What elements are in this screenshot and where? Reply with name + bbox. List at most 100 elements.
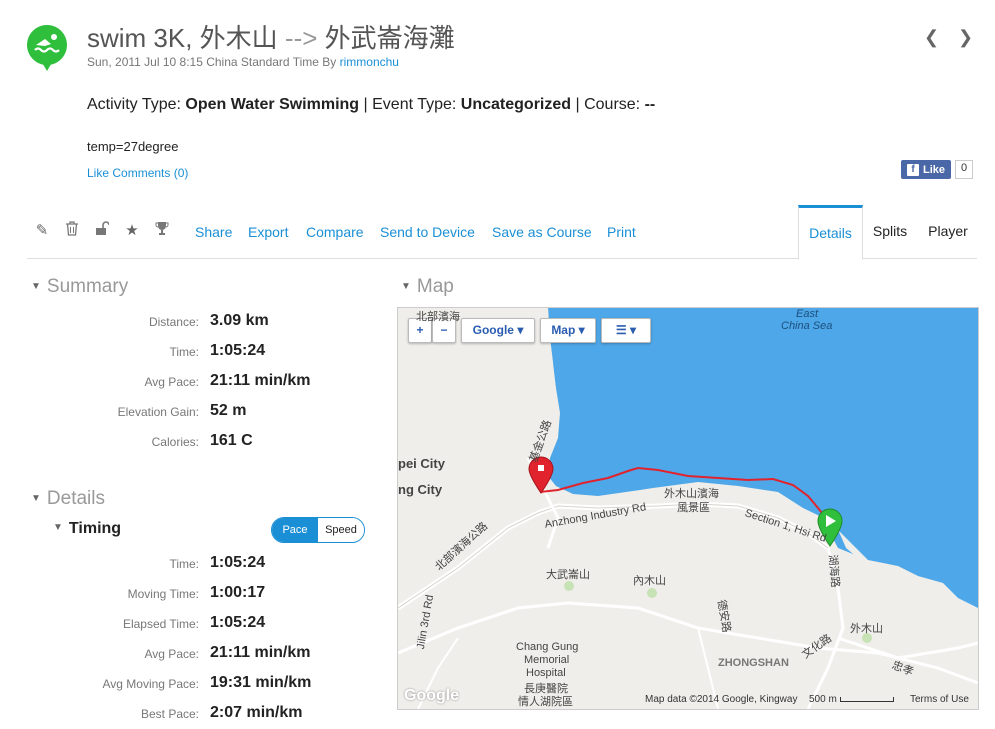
map-type-label: Map (551, 323, 576, 337)
pencil-icon[interactable]: ✎ (32, 221, 52, 241)
trash-icon[interactable] (62, 221, 82, 241)
summary-row-time: Time: 1:05:24 (27, 337, 367, 367)
map-label-huhai-rd: 湖海路 (826, 554, 841, 589)
like-link[interactable]: Like (87, 166, 109, 180)
map-type-dropdown[interactable]: Map ▾ (540, 318, 596, 343)
stat-value: 1:05:24 (210, 554, 266, 571)
pace-toggle-option[interactable]: Pace (272, 518, 318, 542)
details-header[interactable]: ▼ Details (31, 488, 105, 510)
google-logo: Google (404, 687, 460, 704)
timing-row-avg-moving-pace: Avg Moving Pace: 19:31 min/km (27, 669, 367, 699)
map-label-sea-1: East (796, 308, 819, 320)
facebook-like-button[interactable]: f Like (901, 160, 952, 179)
star-icon[interactable]: ★ (122, 221, 142, 241)
stat-value: 2:07 min/km (210, 704, 303, 721)
collapse-triangle-icon: ▼ (53, 522, 63, 533)
like-comments-links: Like Comments (0) (87, 166, 188, 180)
stat-value: 1:00:17 (210, 584, 266, 601)
compare-link[interactable]: Compare (306, 224, 364, 240)
stat-value: 3.09 km (210, 312, 269, 329)
chevron-down-icon: ▾ (517, 323, 524, 337)
stat-label: Elevation Gain: (117, 405, 199, 419)
chevron-down-icon: ▾ (578, 323, 585, 337)
course-value[interactable]: -- (645, 96, 656, 113)
map-scale-label: 500 m (809, 694, 837, 705)
stat-label: Distance: (148, 315, 199, 329)
activity-toolbar: ✎ ★ Share Export Compare Send to Device … (27, 205, 977, 260)
map-label-city-2: ng City (398, 482, 443, 497)
map-terms-link[interactable]: Terms of Use (910, 694, 969, 705)
summary-header[interactable]: ▼ Summary (31, 276, 128, 298)
send-to-device-link[interactable]: Send to Device (380, 224, 475, 240)
summary-row-elevation-gain: Elevation Gain: 52 m (27, 397, 367, 427)
activity-type-value[interactable]: Open Water Swimming (185, 96, 359, 113)
timing-row-elapsed-time: Elapsed Time: 1:05:24 (27, 609, 367, 639)
export-link[interactable]: Export (248, 224, 288, 240)
stat-label: Avg Pace: (144, 647, 199, 661)
details-heading: Details (46, 488, 105, 509)
pace-speed-toggle[interactable]: Pace Speed (271, 517, 365, 543)
unlock-icon[interactable] (92, 221, 112, 241)
timing-row-avg-pace: Avg Pace: 21:11 min/km (27, 639, 367, 669)
map-label-north-coast-hwy-2: 北部濱海 (416, 311, 460, 323)
event-type-value[interactable]: Uncategorized (461, 96, 571, 113)
chevron-left-icon[interactable]: ❮ (924, 27, 939, 48)
layers-button[interactable]: ☰ ▾ (601, 318, 651, 343)
save-as-course-link[interactable]: Save as Course (492, 224, 592, 240)
map-provider-dropdown[interactable]: Google ▾ (461, 318, 535, 343)
activity-type-line: Activity Type: Open Water Swimming | Eve… (87, 96, 655, 114)
share-link[interactable]: Share (195, 224, 232, 240)
author-link[interactable]: rimmonchu (340, 55, 399, 69)
stat-value: 52 m (210, 402, 247, 419)
trophy-icon[interactable] (152, 221, 172, 241)
chevron-right-icon[interactable]: ❯ (958, 27, 973, 48)
facebook-like-count: 0 (955, 160, 974, 179)
map-provider-label: Google (472, 323, 514, 337)
speed-toggle-option[interactable]: Speed (318, 518, 364, 542)
map-label-hospital-3: Hospital (526, 667, 566, 679)
map-header[interactable]: ▼ Map (401, 276, 454, 298)
date-text: Sun, 2011 Jul 10 8:15 China Standard Tim… (87, 55, 337, 69)
activity-type-label: Activity Type: (87, 96, 181, 113)
timing-heading: Timing (68, 520, 122, 537)
event-type-label: | Event Type: (363, 96, 457, 113)
timing-header[interactable]: ▼ Timing (53, 520, 121, 538)
tab-details[interactable]: Details (798, 205, 863, 260)
map-label-dawulun: 大武崙山 (546, 569, 590, 581)
stat-label: Avg Pace: (144, 375, 199, 389)
activity-date: Sun, 2011 Jul 10 8:15 China Standard Tim… (87, 55, 399, 69)
activity-description[interactable]: temp=27degree (87, 139, 178, 154)
stat-label: Best Pace: (140, 707, 199, 721)
map-label-neimushan: 內木山 (633, 575, 666, 587)
map-label-hospital-5: 情人湖院區 (518, 696, 573, 708)
stat-label: Time: (169, 345, 199, 359)
stat-label: Time: (169, 557, 199, 571)
stat-value: 21:11 min/km (210, 644, 311, 661)
stat-value: 21:11 min/km (210, 372, 311, 389)
tab-splits[interactable]: Splits (863, 205, 917, 258)
summary-row-distance: Distance: 3.09 km (27, 307, 367, 337)
route-map[interactable]: + − Google ▾ Map ▾ ☰ ▾ East China Sea pe… (397, 307, 979, 710)
activity-title[interactable]: swim 3K, 外木山 --> 外武崙海灘 (87, 18, 455, 55)
stat-value: 1:05:24 (210, 342, 266, 359)
summary-row-calories: Calories: 161 C (27, 427, 367, 457)
stat-label: Elapsed Time: (122, 617, 199, 631)
stat-label: Calories: (151, 435, 199, 449)
facebook-like-label: Like (923, 163, 946, 176)
timing-row-time: Time: 1:05:24 (27, 549, 367, 579)
map-label-hospital-2: Memorial (524, 654, 570, 666)
print-link[interactable]: Print (607, 224, 636, 240)
collapse-triangle-icon: ▼ (31, 281, 41, 292)
stat-value: 1:05:24 (210, 614, 266, 631)
comments-link[interactable]: Comments (0) (112, 166, 188, 180)
tab-player[interactable]: Player (919, 205, 977, 258)
map-label-city-1: pei City (398, 456, 445, 471)
map-label-waimushan: 外木山 (850, 623, 883, 635)
scale-bar (839, 696, 894, 702)
stat-label: Moving Time: (127, 587, 199, 601)
timing-row-moving-time: Moving Time: 1:00:17 (27, 579, 367, 609)
course-label: | Course: (575, 96, 641, 113)
title-destination: 外武崙海灘 (324, 23, 455, 53)
chevron-down-icon: ▾ (630, 323, 637, 337)
facebook-like-widget[interactable]: f Like 0 (901, 160, 974, 179)
